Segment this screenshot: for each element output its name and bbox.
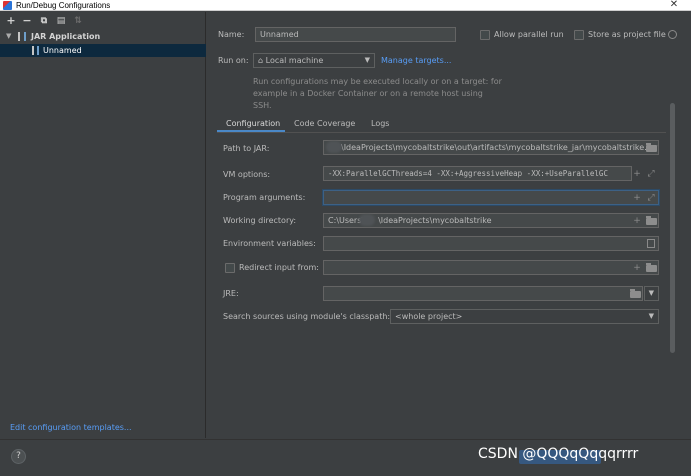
jre-field[interactable] [323,286,643,301]
document-icon[interactable] [647,239,655,248]
sort-icon[interactable]: ⇅ [72,15,84,27]
path-to-jar-label: Path to JAR: [223,144,270,153]
expand-icon[interactable]: ⤢ [646,168,656,180]
window-title: Run/Debug Configurations [16,1,111,10]
jre-dropdown-button[interactable]: ▼ [644,286,659,301]
add-icon[interactable]: + [632,262,642,274]
store-as-file-label: Store as project file [588,30,666,39]
classpath-select[interactable]: <whole project> ▼ [390,309,659,324]
vm-options-field[interactable]: -XX:ParallelGCThreads=4 -XX:+AggressiveH… [323,166,632,181]
allow-parallel-checkbox[interactable] [480,30,490,40]
tree-group-jar-application[interactable]: ▼ JAR Application [0,31,206,43]
help-button[interactable]: ? [11,449,26,464]
edit-templates-link[interactable]: Edit configuration templates... [10,423,132,432]
store-as-file-checkbox[interactable] [574,30,584,40]
program-arguments-field[interactable] [323,190,659,205]
program-arguments-label: Program arguments: [223,193,306,202]
title-bar: Run/Debug Configurations ✕ [0,0,691,11]
tree-toolbar: + − ⧉ ▤ ⇅ [0,12,206,30]
classpath-value: <whole project> [395,312,463,321]
working-directory-suffix: \IdeaProjects\mycobaltstrike [378,216,492,225]
name-field[interactable]: Unnamed [255,27,456,42]
redirect-input-field[interactable] [323,260,659,275]
app-icon [3,1,12,10]
browse-folder-icon[interactable] [646,263,657,272]
redirect-input-label: Redirect input from: [239,263,319,272]
redacted-blur [326,141,342,153]
environment-variables-field[interactable] [323,236,659,251]
redacted-blur [359,214,375,226]
browse-folder-icon[interactable] [630,289,641,298]
tree-group-label: JAR Application [31,32,101,41]
run-on-label: Run on: [218,56,249,65]
name-label: Name: [218,30,245,39]
add-icon[interactable]: + [632,168,642,180]
home-icon: ⌂ [258,56,264,65]
form-scrollbar[interactable] [670,103,675,353]
jar-icon [32,46,39,55]
csdn-watermark: CSDN @QQQqQqqqrrrr [478,446,639,462]
environment-variables-label: Environment variables: [223,239,316,248]
add-icon[interactable]: + [632,192,642,204]
add-icon[interactable]: + [5,15,17,27]
jre-label: JRE: [223,289,239,298]
jar-application-icon [18,32,26,41]
tree-item-unnamed[interactable]: Unnamed [0,44,206,57]
run-on-value: Local machine [265,56,324,65]
tree-item-label: Unnamed [43,46,82,55]
gear-icon[interactable] [668,30,677,39]
expand-icon[interactable]: ⤢ [646,192,656,204]
expand-arrow-icon[interactable]: ▼ [6,32,11,40]
tab-logs[interactable]: Logs [371,118,389,130]
classpath-label: Search sources using module's classpath: [223,312,391,321]
chevron-down-icon: ▼ [648,289,654,297]
browse-folder-icon[interactable] [646,216,657,225]
tab-configuration[interactable]: Configuration [226,118,280,130]
tabs-divider [217,132,666,133]
chevron-down-icon: ▼ [648,312,654,320]
path-to-jar-field[interactable]: \IdeaProjects\mycobaltstrike\out\artifac… [323,140,659,155]
tab-code-coverage[interactable]: Code Coverage [294,118,355,130]
vm-options-label: VM options: [223,170,271,179]
configurations-tree-panel: + − ⧉ ▤ ⇅ ▼ JAR Application Unnamed Edit… [0,12,206,438]
run-target-hint: Run configurations may be executed local… [253,77,502,110]
remove-icon[interactable]: − [21,15,33,27]
allow-parallel-label: Allow parallel run [494,30,564,39]
browse-folder-icon[interactable] [646,143,657,152]
add-icon[interactable]: + [632,215,642,227]
copy-icon[interactable]: ⧉ [38,15,50,27]
run-on-select[interactable]: ⌂ Local machine ▼ [253,53,375,68]
folder-icon[interactable]: ▤ [55,15,67,27]
close-window-button[interactable]: ✕ [657,0,691,11]
manage-targets-link[interactable]: Manage targets... [381,55,451,67]
chevron-down-icon: ▼ [364,56,370,64]
redirect-input-checkbox[interactable] [225,263,235,273]
working-directory-label: Working directory: [223,216,297,225]
